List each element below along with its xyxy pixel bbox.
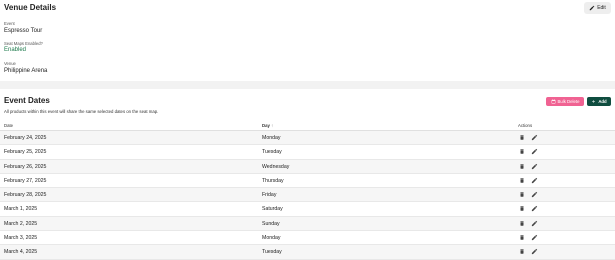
trash-icon[interactable] [519, 191, 525, 198]
trash-icon[interactable] [519, 220, 525, 227]
date-cell: March 4, 2025 [4, 249, 38, 256]
add-label: Add [598, 99, 607, 104]
day-header-label: Day [262, 123, 270, 128]
day-cell: Tuesday [262, 149, 282, 156]
date-cell: March 2, 2025 [4, 220, 38, 227]
table-row: March 4, 2025 Tuesday [0, 245, 615, 260]
calendar-icon [551, 99, 556, 104]
trash-icon[interactable] [519, 134, 525, 141]
table-row: February 26, 2025 Wednesday [0, 159, 615, 174]
day-cell: Saturday [262, 206, 283, 213]
trash-icon[interactable] [519, 148, 525, 155]
column-header-date[interactable]: Date [4, 123, 13, 128]
pencil-icon[interactable] [531, 177, 538, 184]
table-row: February 25, 2025 Tuesday [0, 145, 615, 160]
day-cell: Monday [262, 235, 281, 242]
day-cell: Friday [262, 192, 277, 199]
sort-ascending-icon: ↑ [271, 123, 274, 128]
table-row: February 28, 2025 Friday [0, 188, 615, 203]
table-body: February 24, 2025 Monday February 25, 2025… [0, 131, 615, 260]
pencil-icon[interactable] [531, 148, 538, 155]
edit-button-label: Edit [597, 5, 606, 11]
pencil-icon [589, 5, 595, 11]
date-cell: March 1, 2025 [4, 206, 38, 213]
seat-maps-value: Enabled [4, 47, 27, 53]
plus-icon [591, 99, 596, 104]
day-cell: Monday [262, 135, 281, 141]
pencil-icon[interactable] [531, 163, 538, 170]
day-cell: Thursday [262, 177, 284, 184]
date-cell: February 26, 2025 [4, 163, 47, 170]
event-dates-title: Event Dates [4, 96, 50, 105]
trash-icon[interactable] [519, 163, 525, 170]
table-header: Date Day ↑ Actions [0, 120, 615, 131]
day-cell: Wednesday [262, 163, 290, 170]
bulk-delete-button[interactable]: Bulk Delete [546, 97, 584, 106]
table-row: February 27, 2025 Thursday [0, 174, 615, 189]
pencil-icon[interactable] [531, 205, 538, 212]
pencil-icon[interactable] [531, 220, 538, 227]
table-row: March 1, 2025 Saturday [0, 202, 615, 217]
seat-maps-label: Seat Maps Enabled? [4, 41, 43, 46]
column-header-day[interactable]: Day ↑ [262, 123, 273, 128]
venue-value: Philippine Arena [4, 68, 48, 74]
trash-icon[interactable] [519, 234, 525, 241]
event-dates-subtitle: All products within this event will shar… [4, 109, 159, 114]
edit-venue-button[interactable]: Edit [584, 2, 611, 14]
date-cell: February 28, 2025 [4, 192, 47, 199]
date-cell: February 24, 2025 [4, 135, 47, 141]
column-header-actions: Actions [518, 123, 533, 128]
section-divider [0, 81, 615, 89]
pencil-icon[interactable] [531, 134, 538, 141]
bulk-delete-label: Bulk Delete [557, 99, 580, 104]
trash-icon[interactable] [519, 248, 525, 255]
event-dates-table: Date Day ↑ Actions February 24, 2025 Mond… [0, 120, 615, 260]
venue-details-title: Venue Details [4, 3, 57, 12]
venue-label: Venue [4, 61, 16, 66]
pencil-icon[interactable] [531, 234, 538, 241]
date-cell: February 27, 2025 [4, 177, 47, 184]
date-cell: February 25, 2025 [4, 149, 47, 156]
trash-icon[interactable] [519, 177, 525, 184]
table-row: February 24, 2025 Monday [0, 131, 615, 146]
day-cell: Sunday [262, 220, 280, 227]
event-value: Espresso Tour [4, 28, 43, 34]
pencil-icon[interactable] [531, 191, 538, 198]
event-label: Event [4, 21, 15, 26]
trash-icon[interactable] [519, 205, 525, 212]
date-cell: March 3, 2025 [4, 235, 38, 242]
add-date-button[interactable]: Add [587, 97, 611, 106]
table-row: March 3, 2025 Monday [0, 231, 615, 246]
table-row: March 2, 2025 Sunday [0, 216, 615, 232]
pencil-icon[interactable] [531, 248, 538, 255]
day-cell: Tuesday [262, 249, 282, 256]
venue-details-section: Venue Details Edit Event Espresso Tour S… [0, 0, 615, 82]
